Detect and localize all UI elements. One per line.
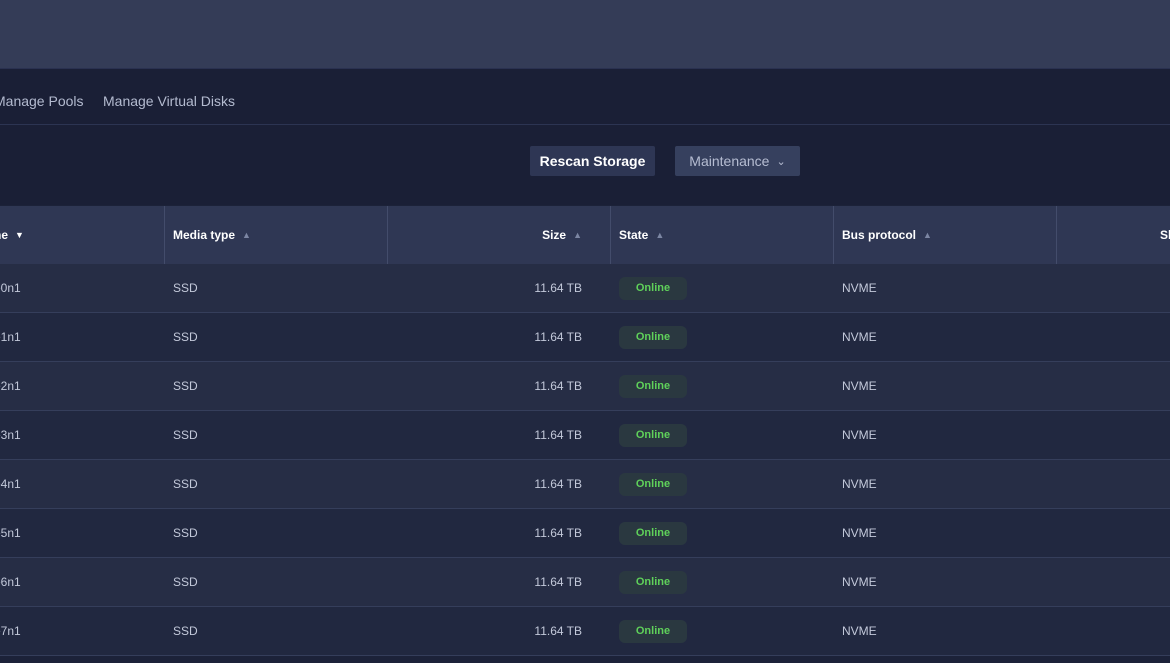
storage-toolbar: Rescan Storage Maintenance ⌄ xyxy=(0,125,1170,205)
column-header-next[interactable]: Sl xyxy=(1160,206,1170,264)
status-badge: Online xyxy=(619,325,687,349)
disk-size: 11.64 TB xyxy=(534,330,582,344)
status-badge: Online xyxy=(619,521,687,545)
column-header-state[interactable]: State ▲︎ xyxy=(619,206,664,264)
disk-size: 11.64 TB xyxy=(534,575,582,589)
column-header-bus-protocol[interactable]: Bus protocol ▲︎ xyxy=(842,206,932,264)
nav-link-manage-virtual-disks[interactable]: Manage Virtual Disks xyxy=(103,93,235,109)
nav-link-manage-pools[interactable]: Manage Pools xyxy=(0,93,84,109)
bus-protocol: NVME xyxy=(842,575,877,589)
disk-name: e3n1 xyxy=(0,428,21,442)
status-badge: Online xyxy=(619,472,687,496)
state-cell: Online xyxy=(619,313,687,361)
media-type: SSD xyxy=(173,330,198,344)
bus-protocol: NVME xyxy=(842,281,877,295)
column-header-name[interactable]: ne ▼ xyxy=(0,206,24,264)
column-divider[interactable] xyxy=(833,206,834,264)
disk-size: 11.64 TB xyxy=(534,477,582,491)
disk-size: 11.64 TB xyxy=(534,624,582,638)
sort-desc-icon[interactable]: ▼ xyxy=(15,230,24,240)
media-type: SSD xyxy=(173,281,198,295)
chevron-down-icon: ⌄ xyxy=(776,155,786,168)
media-type: SSD xyxy=(173,477,198,491)
disk-name: e7n1 xyxy=(0,624,21,638)
sort-icon[interactable]: ▲︎ xyxy=(655,230,664,240)
column-header-size-label: Size xyxy=(542,228,567,242)
state-cell: Online xyxy=(619,362,687,410)
disk-size: 11.64 TB xyxy=(534,428,582,442)
sort-icon[interactable]: ▲︎ xyxy=(573,230,582,240)
sort-icon[interactable]: ▲︎ xyxy=(923,230,932,240)
column-header-state-label: State xyxy=(619,228,649,242)
status-badge: Online xyxy=(619,374,687,398)
column-header-next-label: Sl xyxy=(1160,228,1170,242)
disk-name: e6n1 xyxy=(0,575,21,589)
table-row[interactable]: e3n1 SSD 11.64 TB Online NVME xyxy=(0,411,1170,460)
top-header-bar xyxy=(0,0,1170,69)
storage-nav: Manage Pools Manage Virtual Disks xyxy=(0,69,1170,125)
column-header-size[interactable]: Size ▲︎ xyxy=(470,206,582,264)
sort-icon[interactable]: ▲︎ xyxy=(242,230,251,240)
disk-name: e1n1 xyxy=(0,330,21,344)
media-type: SSD xyxy=(173,428,198,442)
disk-name: e4n1 xyxy=(0,477,21,491)
bus-protocol: NVME xyxy=(842,379,877,393)
bus-protocol: NVME xyxy=(842,330,877,344)
maintenance-dropdown[interactable]: Maintenance ⌄ xyxy=(675,146,800,176)
disk-name: e5n1 xyxy=(0,526,21,540)
table-row[interactable]: e7n1 SSD 11.64 TB Online NVME xyxy=(0,607,1170,656)
media-type: SSD xyxy=(173,526,198,540)
disk-name: e2n1 xyxy=(0,379,21,393)
column-header-bus-protocol-label: Bus protocol xyxy=(842,228,916,242)
bus-protocol: NVME xyxy=(842,624,877,638)
state-cell: Online xyxy=(619,460,687,508)
media-type: SSD xyxy=(173,624,198,638)
media-type: SSD xyxy=(173,575,198,589)
column-divider[interactable] xyxy=(1056,206,1057,264)
status-badge: Online xyxy=(619,619,687,643)
table-body: e0n1 SSD 11.64 TB Online NVME e1n1 SSD 1… xyxy=(0,264,1170,656)
column-header-media-type[interactable]: Media type ▲︎ xyxy=(173,206,251,264)
bus-protocol: NVME xyxy=(842,526,877,540)
table-row[interactable]: e6n1 SSD 11.64 TB Online NVME xyxy=(0,558,1170,607)
table-row[interactable]: e0n1 SSD 11.64 TB Online NVME xyxy=(0,264,1170,313)
table-row[interactable]: e4n1 SSD 11.64 TB Online NVME xyxy=(0,460,1170,509)
rescan-storage-button[interactable]: Rescan Storage xyxy=(530,146,655,176)
state-cell: Online xyxy=(619,264,687,312)
table-row[interactable]: e1n1 SSD 11.64 TB Online NVME xyxy=(0,313,1170,362)
table-row[interactable]: e5n1 SSD 11.64 TB Online NVME xyxy=(0,509,1170,558)
column-divider[interactable] xyxy=(387,206,388,264)
status-badge: Online xyxy=(619,276,687,300)
media-type: SSD xyxy=(173,379,198,393)
bus-protocol: NVME xyxy=(842,477,877,491)
state-cell: Online xyxy=(619,411,687,459)
column-divider[interactable] xyxy=(164,206,165,264)
status-badge: Online xyxy=(619,570,687,594)
column-header-media-type-label: Media type xyxy=(173,228,236,242)
column-divider[interactable] xyxy=(610,206,611,264)
table-header: ne ▼ Media type ▲︎ Size ▲︎ State ▲︎ Bus … xyxy=(0,206,1170,264)
status-badge: Online xyxy=(619,423,687,447)
state-cell: Online xyxy=(619,509,687,557)
state-cell: Online xyxy=(619,558,687,606)
bus-protocol: NVME xyxy=(842,428,877,442)
disk-size: 11.64 TB xyxy=(534,379,582,393)
disk-size: 11.64 TB xyxy=(534,281,582,295)
state-cell: Online xyxy=(619,607,687,655)
disk-size: 11.64 TB xyxy=(534,526,582,540)
column-header-name-label: ne xyxy=(0,228,9,242)
disk-name: e0n1 xyxy=(0,281,21,295)
table-row[interactable]: e2n1 SSD 11.64 TB Online NVME xyxy=(0,362,1170,411)
maintenance-label: Maintenance xyxy=(689,153,770,169)
